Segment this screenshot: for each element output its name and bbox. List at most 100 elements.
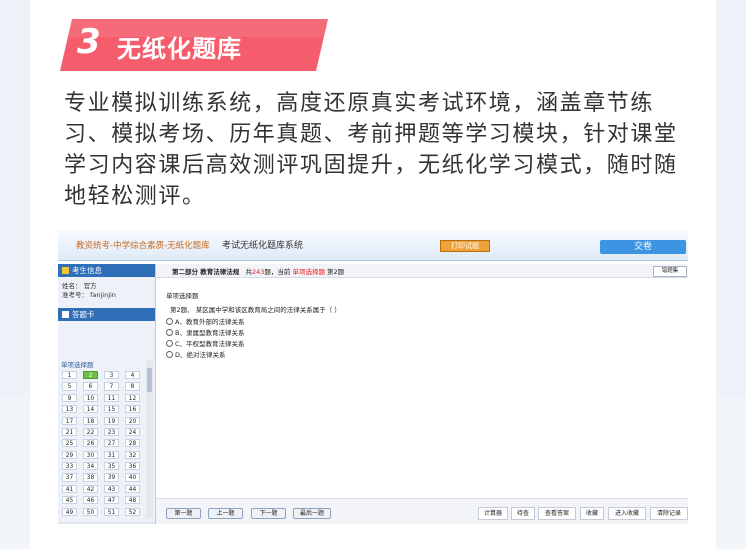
- question-cell[interactable]: 37: [62, 473, 77, 482]
- question-cell[interactable]: 28: [125, 439, 140, 448]
- question-cell[interactable]: 10: [83, 393, 98, 402]
- question-cell[interactable]: 18: [83, 416, 98, 425]
- question-cell[interactable]: 1: [62, 371, 77, 380]
- total-count: 243: [251, 268, 265, 276]
- question-cell[interactable]: 21: [62, 427, 77, 437]
- question-cell[interactable]: 16: [125, 405, 140, 414]
- grid-scrollbar[interactable]: [146, 360, 153, 518]
- question-cell[interactable]: 31: [104, 450, 119, 459]
- view-answer-button[interactable]: 查看答案: [538, 507, 576, 520]
- question-cell[interactable]: 46: [83, 496, 98, 505]
- option-a[interactable]: A、教育外部的法律关系: [166, 316, 244, 326]
- first-question-button[interactable]: 第一题: [166, 508, 201, 519]
- question-cell[interactable]: 51: [104, 507, 119, 516]
- question-cell[interactable]: 14: [83, 405, 98, 414]
- question-cell[interactable]: 50: [83, 507, 98, 516]
- question-cell[interactable]: 7: [104, 382, 119, 391]
- grid-label: 单项选择题: [61, 361, 94, 369]
- question-cell[interactable]: 19: [104, 416, 119, 425]
- scroll-thumb[interactable]: [147, 368, 152, 392]
- question-cell[interactable]: 17: [62, 416, 77, 425]
- question-cell[interactable]: 24: [125, 427, 140, 437]
- question-cell[interactable]: 6: [83, 382, 98, 391]
- question-cell[interactable]: 3: [104, 371, 119, 380]
- question-cell[interactable]: 27: [104, 439, 119, 448]
- question-cell[interactable]: 26: [83, 439, 98, 448]
- question-cell[interactable]: 38: [83, 473, 98, 482]
- question-cell[interactable]: 35: [104, 462, 119, 471]
- question-type: 单项选择题: [166, 292, 199, 300]
- wrong-book-button[interactable]: 错题集: [653, 266, 687, 277]
- question-cell[interactable]: 49: [62, 507, 77, 516]
- question-cell[interactable]: 47: [104, 496, 119, 505]
- question-cell[interactable]: 11: [104, 393, 119, 402]
- question-cell[interactable]: 8: [125, 382, 140, 391]
- sidebar: 考生信息 姓名： 官方 准考号： fanjinjin 答题卡 单项选择题 123…: [58, 264, 156, 524]
- option-b[interactable]: B、隶属型教育法律关系: [166, 327, 244, 337]
- candidate-id: 准考号： fanjinjin: [62, 291, 116, 299]
- question-cell[interactable]: 34: [83, 462, 98, 471]
- print-button[interactable]: 打印试题: [440, 240, 490, 252]
- question-stem: 第2题、 某区属中学和该区教育局之间的法律关系属于（ ）: [170, 306, 341, 314]
- question-cell[interactable]: 32: [125, 450, 140, 459]
- question-cell[interactable]: 44: [125, 484, 140, 493]
- calculator-button[interactable]: 计算器: [478, 507, 508, 520]
- option-c[interactable]: C、平权型教育法律关系: [166, 338, 245, 348]
- favorite-button[interactable]: 收藏: [580, 507, 604, 520]
- answer-card-header: 答题卡: [58, 308, 155, 321]
- question-cell[interactable]: 45: [62, 496, 77, 505]
- question-cell[interactable]: 22: [83, 427, 98, 437]
- question-cell[interactable]: 30: [83, 450, 98, 459]
- card-icon: [62, 311, 69, 318]
- prev-question-button[interactable]: 上一题: [208, 508, 243, 519]
- radio-icon[interactable]: [166, 318, 173, 325]
- app-topbar: 教资统考-中学综合素质-无纸化题库 考试无纸化题库系统 打印试题 交卷: [58, 230, 688, 261]
- candidate-info-header: 考生信息: [58, 264, 155, 277]
- section-number: 3: [77, 22, 101, 62]
- question-cell[interactable]: 33: [62, 462, 77, 471]
- submit-button[interactable]: 交卷: [600, 240, 686, 254]
- question-cell[interactable]: 9: [62, 393, 77, 402]
- radio-icon[interactable]: [166, 351, 173, 358]
- question-cell[interactable]: 2: [83, 371, 98, 380]
- option-d[interactable]: D、绝对法律关系: [166, 349, 226, 359]
- pending-button[interactable]: 待查: [511, 507, 535, 520]
- question-cell[interactable]: 12: [125, 393, 140, 402]
- exam-app-screenshot: 教资统考-中学综合素质-无纸化题库 考试无纸化题库系统 打印试题 交卷 考生信息…: [58, 230, 688, 524]
- question-cell[interactable]: 4: [125, 371, 140, 380]
- system-name: 考试无纸化题库系统: [222, 241, 304, 251]
- question-cell[interactable]: 40: [125, 473, 140, 482]
- radio-icon[interactable]: [166, 329, 173, 336]
- current-type: 单项选择题: [292, 268, 325, 276]
- question-cell[interactable]: 36: [125, 462, 140, 471]
- status-legend: 当前 未做 待查 已做: [58, 522, 155, 524]
- question-cell[interactable]: 42: [83, 484, 98, 493]
- breadcrumb: 教资统考-中学综合素质-无纸化题库: [76, 241, 210, 251]
- question-cell[interactable]: 48: [125, 496, 140, 505]
- enter-favorites-button[interactable]: 进入收藏: [608, 507, 646, 520]
- radio-icon[interactable]: [166, 340, 173, 347]
- question-cell[interactable]: 25: [62, 439, 77, 448]
- question-cell[interactable]: 15: [104, 405, 119, 414]
- question-cell[interactable]: 23: [104, 427, 119, 437]
- question-grid: 1 2 3 4 5 6 7 8 9 10 11 12 13 14 15 16 17 18 19 20 21 22 23 24 2…: [62, 371, 146, 516]
- question-cell[interactable]: 43: [104, 484, 119, 493]
- question-header: 第二部分 教育法律法规 共243题，当前 单项选择题 第2题 错题集: [156, 264, 688, 278]
- part-title: 第二部分 教育法律法规: [172, 268, 240, 276]
- last-question-button[interactable]: 最后一题: [293, 508, 331, 519]
- question-cell[interactable]: 5: [62, 382, 77, 391]
- question-cell[interactable]: 20: [125, 416, 140, 425]
- candidate-name: 姓名： 官方: [62, 282, 97, 290]
- question-cell[interactable]: 41: [62, 484, 77, 493]
- question-cell[interactable]: 13: [62, 405, 77, 414]
- question-cell[interactable]: 52: [125, 507, 140, 516]
- bottom-toolbar: 第一题 上一题 下一题 最后一题 计算器 待查 查看答案 收藏 进入收藏 清除记…: [156, 498, 688, 524]
- question-cell[interactable]: 29: [62, 450, 77, 459]
- question-panel: 第二部分 教育法律法规 共243题，当前 单项选择题 第2题 错题集 单项选择题…: [156, 264, 688, 524]
- section-badge: 3 无纸化题库: [60, 19, 328, 71]
- clear-records-button[interactable]: 清除记录: [650, 507, 688, 520]
- section-title: 无纸化题库: [117, 35, 242, 63]
- current-number: 第2题: [327, 268, 345, 276]
- question-cell[interactable]: 39: [104, 473, 119, 482]
- next-question-button[interactable]: 下一题: [251, 508, 286, 519]
